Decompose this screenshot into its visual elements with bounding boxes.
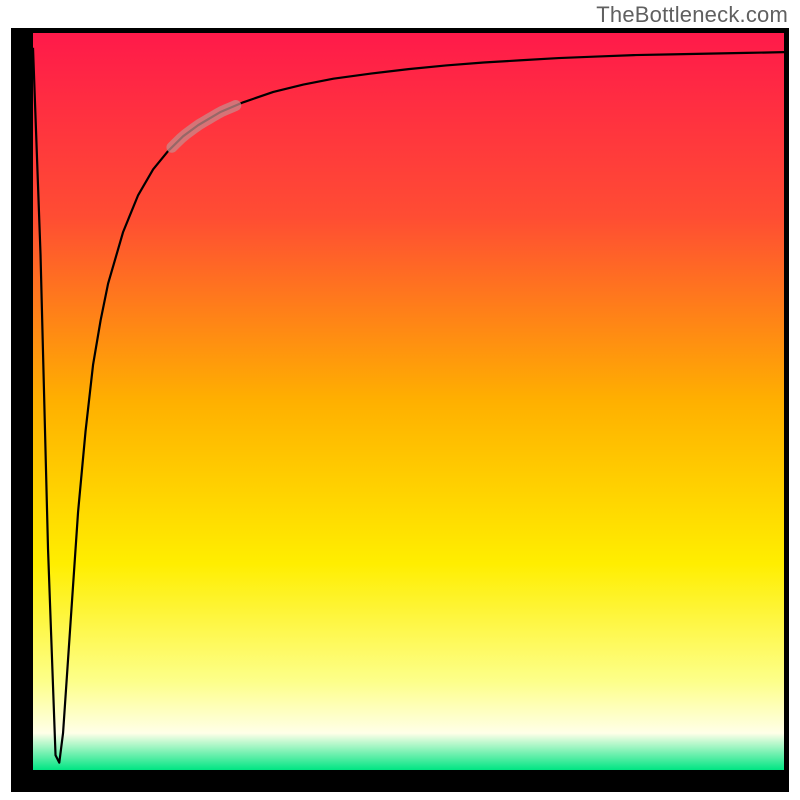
plot-area xyxy=(33,33,784,770)
bottleneck-chart xyxy=(0,0,800,800)
chart-container: TheBottleneck.com xyxy=(0,0,800,800)
